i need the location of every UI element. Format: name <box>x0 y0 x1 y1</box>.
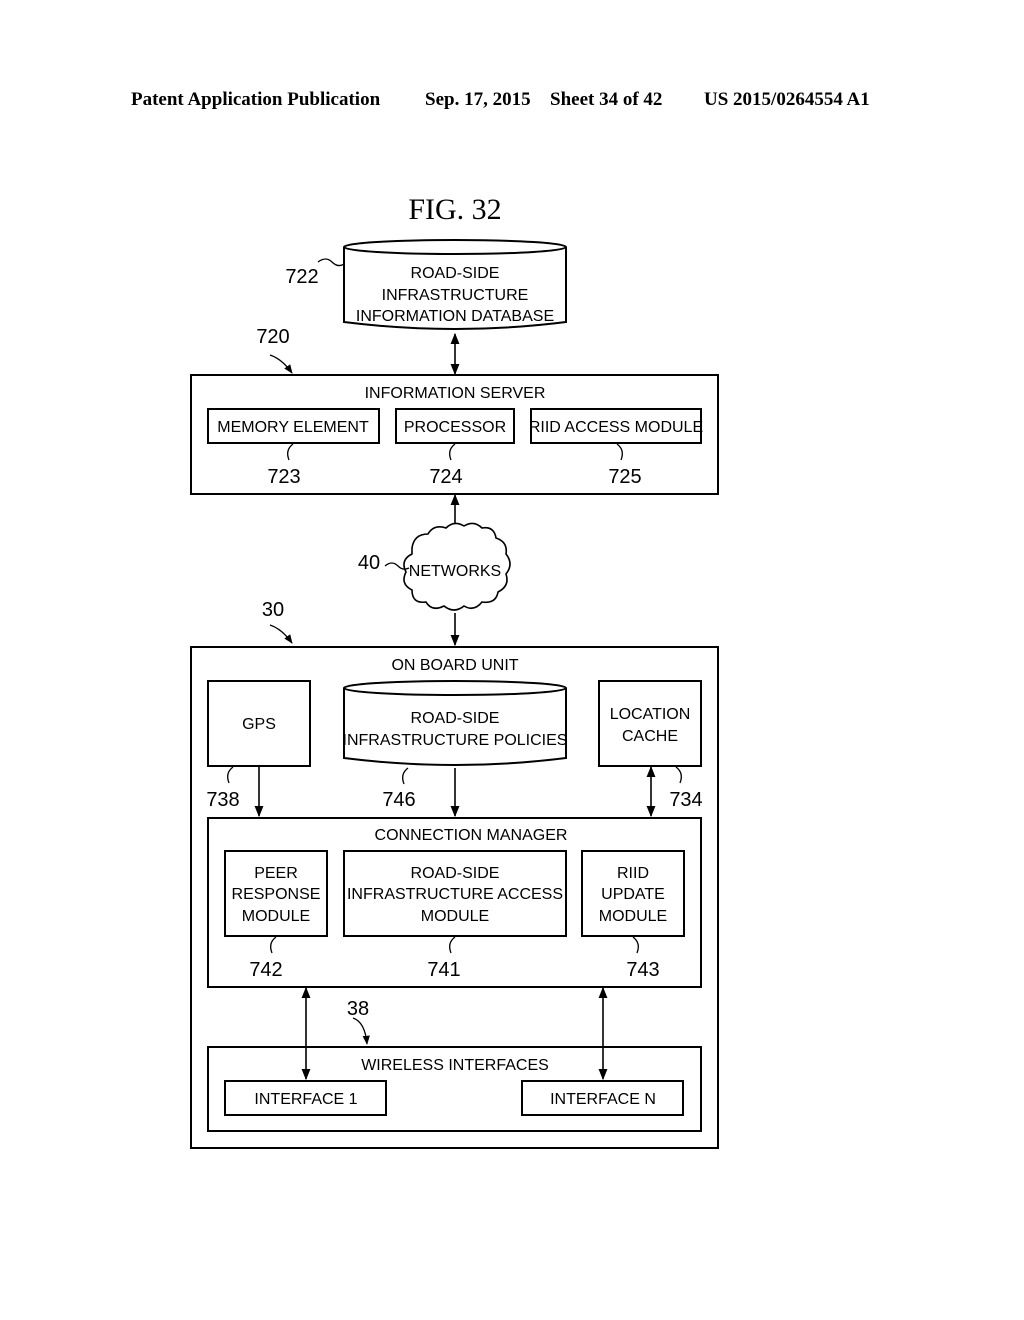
ref-725: 725 <box>608 466 641 488</box>
peer-module-line-2: RESPONSE <box>232 886 321 903</box>
ref-738: 738 <box>206 789 239 811</box>
ref-40: 40 <box>358 552 380 574</box>
ref-734: 734 <box>669 789 702 811</box>
location-cache-box <box>598 680 702 767</box>
memory-element-label: MEMORY ELEMENT <box>217 419 369 436</box>
policies-line-2: INFRASTRUCTURE POLICIES <box>343 732 568 749</box>
ref-720: 720 <box>256 326 289 348</box>
processor-label: PROCESSOR <box>404 419 506 436</box>
leader-724 <box>449 443 456 461</box>
ref-723: 723 <box>267 466 300 488</box>
interface-1-label: INTERFACE 1 <box>254 1091 357 1108</box>
connection-manager-title: CONNECTION MANAGER <box>375 827 568 844</box>
gps-label: GPS <box>242 716 276 733</box>
interface-n-label: INTERFACE N <box>550 1091 656 1108</box>
peer-module-line-1: PEER <box>254 865 298 882</box>
leader-30 <box>269 624 293 644</box>
ref-724: 724 <box>429 466 462 488</box>
leader-742 <box>270 936 277 954</box>
leader-738 <box>227 766 234 784</box>
leader-746 <box>402 767 409 785</box>
ref-741: 741 <box>427 959 460 981</box>
ref-722: 722 <box>285 266 318 288</box>
leader-725 <box>616 443 623 461</box>
information-server-title: INFORMATION SERVER <box>365 385 546 402</box>
ref-38: 38 <box>347 998 369 1020</box>
leader-38 <box>352 1017 370 1045</box>
riid-access-module-label: RIID ACCESS MODULE <box>529 419 703 436</box>
leader-741 <box>449 936 456 954</box>
ref-742: 742 <box>249 959 282 981</box>
rsi-access-line-2: INFRASTRUCTURE ACCESS <box>347 886 563 903</box>
leader-720 <box>269 354 293 374</box>
policies-line-1: ROAD-SIDE <box>411 710 500 727</box>
peer-module-line-3: MODULE <box>242 908 310 925</box>
riid-update-line-1: RIID <box>617 865 649 882</box>
leader-723 <box>287 443 294 461</box>
leader-743 <box>632 936 639 954</box>
ref-30: 30 <box>262 599 284 621</box>
location-cache-line-1: LOCATION <box>610 706 691 723</box>
location-cache-line-2: CACHE <box>622 728 678 745</box>
wireless-interfaces-title: WIRELESS INTERFACES <box>361 1057 549 1074</box>
ref-746: 746 <box>382 789 415 811</box>
on-board-unit-title: ON BOARD UNIT <box>391 657 518 674</box>
riid-update-line-2: UPDATE <box>601 886 665 903</box>
database-line-1: ROAD-SIDE <box>411 265 500 282</box>
database-line-2: INFRASTRUCTURE <box>382 287 529 304</box>
networks-label: NETWORKS <box>409 563 501 580</box>
database-line-3: INFORMATION DATABASE <box>356 308 554 325</box>
block-diagram: ROAD-SIDE INFRASTRUCTURE INFORMATION DAT… <box>190 239 719 1149</box>
leader-722 <box>317 258 345 267</box>
leader-734 <box>675 766 682 784</box>
ref-743: 743 <box>626 959 659 981</box>
riid-update-line-3: MODULE <box>599 908 667 925</box>
rsi-access-line-1: ROAD-SIDE <box>411 865 500 882</box>
rsi-access-line-3: MODULE <box>421 908 489 925</box>
